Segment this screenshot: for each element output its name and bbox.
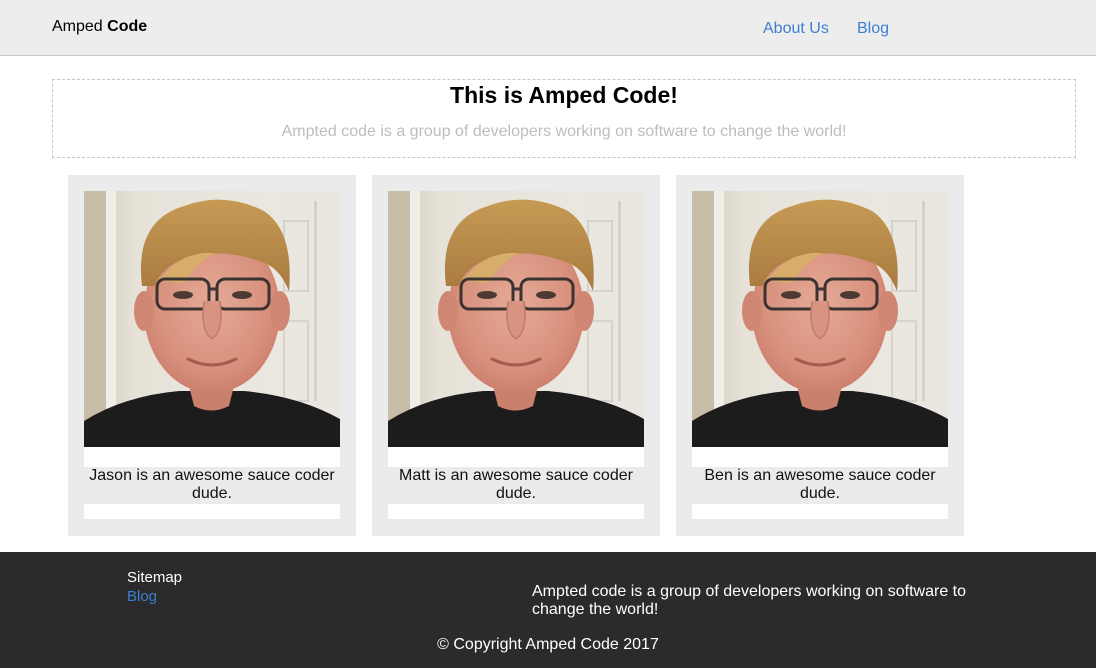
team-card-jason: Jason is an awesome sauce coder dude. (68, 175, 356, 536)
team-member-photo (388, 191, 644, 447)
top-navbar: Amped Code About Us Blog (0, 0, 1096, 56)
team-card-content: Jason is an awesome sauce coder dude. (84, 191, 340, 519)
caption-band: Ben is an awesome sauce coder dude. (692, 467, 948, 504)
team-member-photo (84, 191, 340, 447)
team-card-ben: Ben is an awesome sauce coder dude. (676, 175, 964, 536)
team-card-matt: Matt is an awesome sauce coder dude. (372, 175, 660, 536)
team-member-caption: Ben is an awesome sauce coder dude. (704, 467, 936, 502)
team-card-content: Matt is an awesome sauce coder dude. (388, 191, 644, 519)
site-footer: Sitemap Blog Ampted code is a group of d… (0, 552, 1096, 668)
team-member-caption: Jason is an awesome sauce coder dude. (89, 467, 335, 502)
brand-bold-text: Code (107, 18, 148, 35)
brand-light-text: Amped (52, 18, 108, 35)
caption-band: Matt is an awesome sauce coder dude. (388, 467, 644, 504)
team-member-photo (692, 191, 948, 447)
hero-subtitle: Ampted code is a group of developers wor… (281, 123, 847, 140)
footer-blog-link[interactable]: Blog (127, 588, 157, 605)
team-card-content: Ben is an awesome sauce coder dude. (692, 191, 948, 519)
footer-sitemap-heading: Sitemap (127, 569, 183, 586)
hero-section: This is Amped Code! Ampted code is a gro… (52, 79, 1076, 158)
brand-logo[interactable]: Amped Code (52, 18, 147, 36)
nav-link-blog[interactable]: Blog (857, 20, 889, 38)
page-title: This is Amped Code! (450, 82, 678, 108)
footer-copyright: © Copyright Amped Code 2017 (437, 636, 659, 653)
footer-about-text: Ampted code is a group of developers wor… (532, 583, 967, 618)
nav-link-about-us[interactable]: About Us (763, 20, 829, 38)
team-member-caption: Matt is an awesome sauce coder dude. (399, 467, 633, 502)
caption-band: Jason is an awesome sauce coder dude. (84, 467, 340, 504)
